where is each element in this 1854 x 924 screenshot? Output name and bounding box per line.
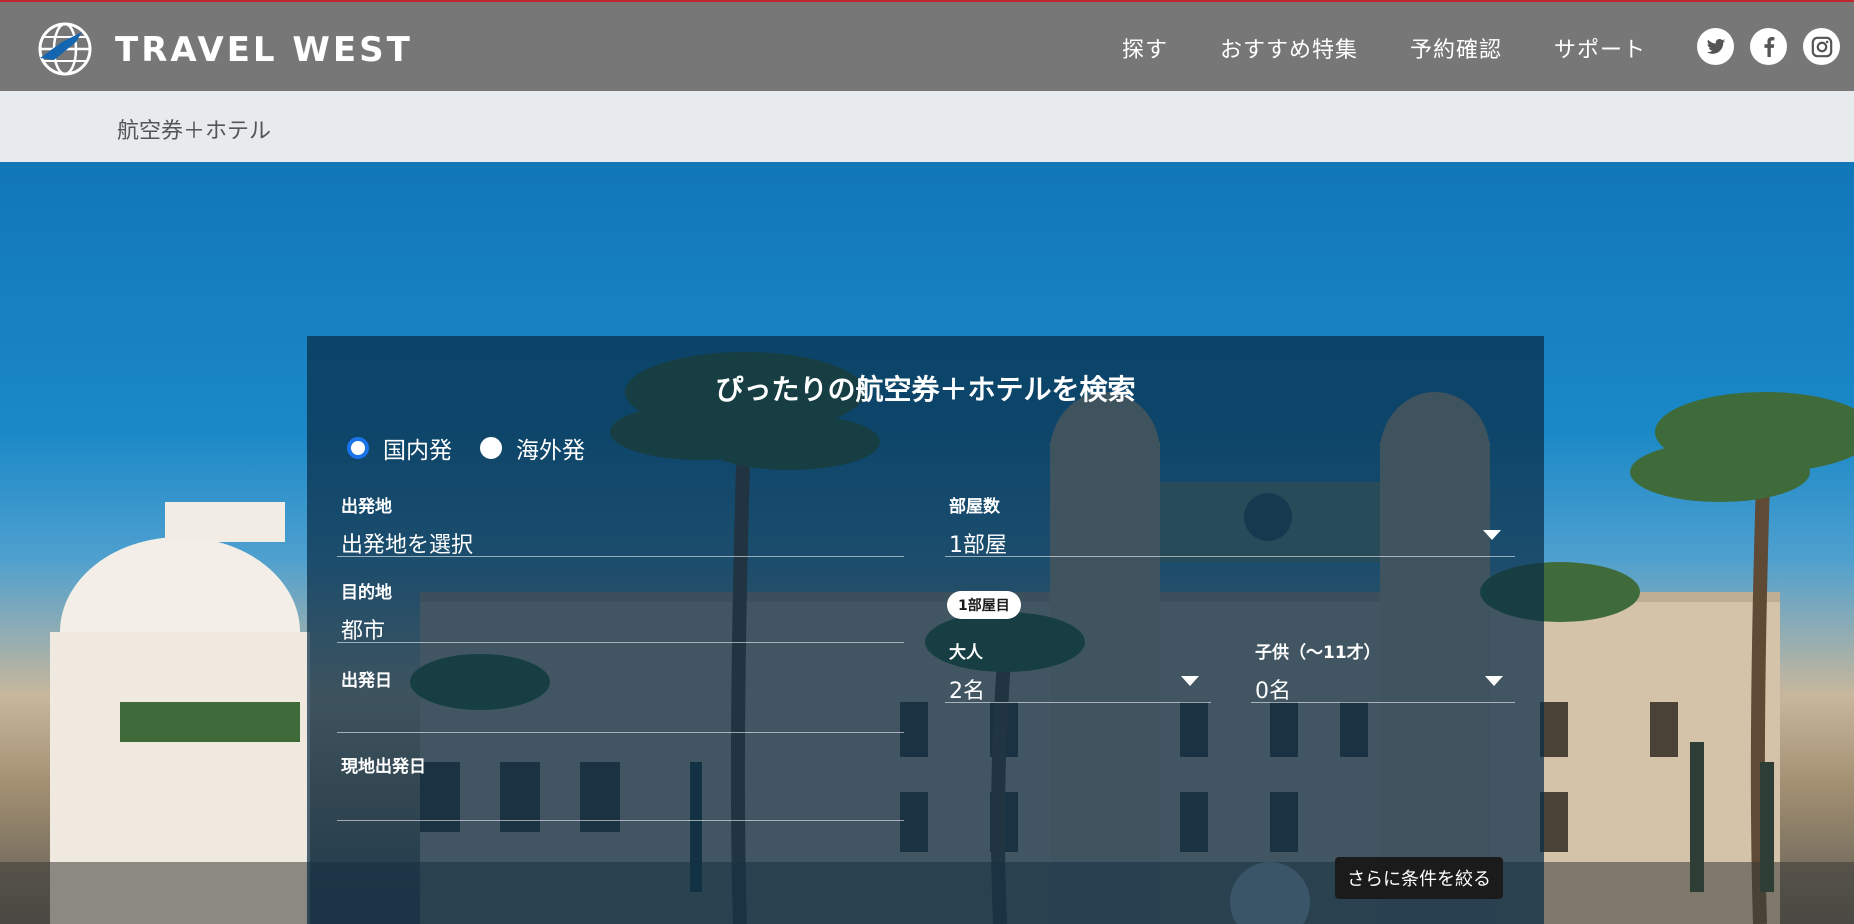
site-header: TRAVEL WEST 探す おすすめ特集 予約確認 サポート (0, 2, 1854, 91)
rooms-select[interactable]: 部屋数 1部屋 (945, 492, 1515, 559)
more-filters-button[interactable]: さらに条件を絞る (1335, 857, 1503, 899)
destination-field[interactable]: 目的地 都市 (337, 578, 904, 645)
departure-field[interactable]: 出発地 出発地を選択 (337, 492, 904, 559)
breadcrumb: 航空券＋ホテル (117, 119, 272, 144)
nav-item-reservation[interactable]: 予約確認 (1410, 32, 1502, 64)
search-panel: ぴったりの航空券＋ホテルを検索 国内発 海外発 出発地 出発地を選択 目的地 都… (307, 336, 1544, 924)
radio-domestic[interactable] (347, 437, 369, 459)
depart-date-label: 出発日 (341, 671, 392, 691)
nav-item-search[interactable]: 探す (1122, 32, 1168, 64)
destination-label: 目的地 (341, 583, 392, 603)
children-label: 子供（〜11才） (1255, 643, 1381, 663)
children-value[interactable]: 0名 (1255, 673, 1515, 705)
adults-select[interactable]: 大人 2名 (945, 638, 1211, 705)
divider (337, 642, 904, 643)
radio-overseas-label[interactable]: 海外発 (516, 431, 585, 465)
departure-label: 出発地 (341, 497, 392, 517)
chevron-down-icon[interactable] (1485, 676, 1503, 686)
twitter-icon[interactable] (1697, 28, 1734, 65)
nav-item-featured[interactable]: おすすめ特集 (1220, 32, 1358, 64)
departure-value[interactable]: 出発地を選択 (341, 527, 904, 559)
divider (337, 556, 904, 557)
facebook-icon[interactable] (1750, 28, 1787, 65)
globe-plane-icon[interactable] (36, 20, 94, 78)
brand-name[interactable]: TRAVEL WEST (115, 30, 413, 70)
divider (337, 820, 904, 821)
destination-value[interactable]: 都市 (341, 613, 904, 645)
divider (1251, 702, 1515, 703)
social-links (1697, 28, 1840, 65)
adults-value[interactable]: 2名 (949, 673, 1211, 705)
chevron-down-icon[interactable] (1483, 530, 1501, 540)
nav-item-support[interactable]: サポート (1554, 32, 1646, 64)
main-nav: 探す おすすめ特集 予約確認 サポート (1122, 32, 1646, 64)
radio-domestic-label[interactable]: 国内発 (383, 431, 452, 465)
chevron-down-icon[interactable] (1181, 676, 1199, 686)
local-depart-date-field[interactable]: 現地出発日 (337, 752, 904, 822)
depart-date-field[interactable]: 出発日 (337, 666, 904, 733)
adults-label: 大人 (949, 643, 983, 663)
room-badge: 1部屋目 (947, 591, 1021, 619)
children-select[interactable]: 子供（〜11才） 0名 (1251, 638, 1515, 705)
rooms-label: 部屋数 (949, 497, 1000, 517)
instagram-icon[interactable] (1803, 28, 1840, 65)
divider (945, 556, 1515, 557)
divider (945, 702, 1211, 703)
rooms-value[interactable]: 1部屋 (949, 527, 1515, 559)
divider (337, 732, 904, 733)
origin-radio-group: 国内発 海外発 (347, 431, 599, 465)
radio-overseas[interactable] (480, 437, 502, 459)
breadcrumb-bar: 航空券＋ホテル (0, 91, 1854, 162)
local-depart-date-label: 現地出発日 (341, 757, 426, 777)
search-title: ぴったりの航空券＋ホテルを検索 (715, 373, 1136, 406)
